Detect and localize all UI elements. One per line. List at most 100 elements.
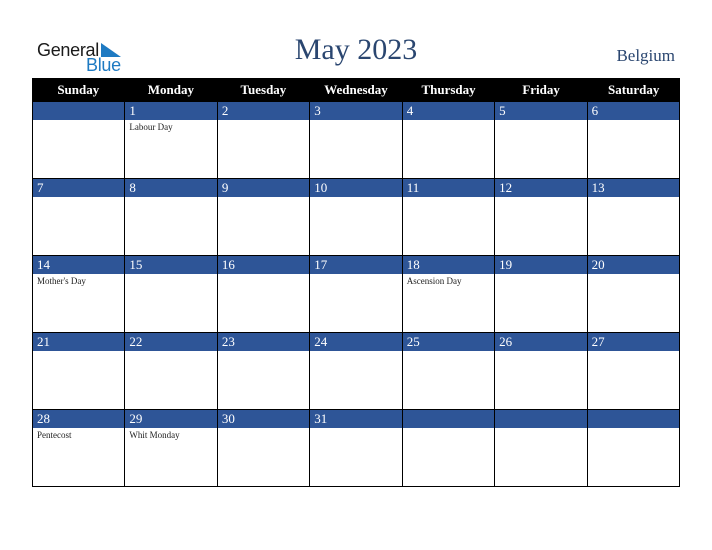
holiday-label bbox=[403, 197, 494, 199]
weekday-header-row: Sunday Monday Tuesday Wednesday Thursday… bbox=[32, 78, 680, 102]
day-number: 4 bbox=[402, 102, 495, 120]
weeks-container: 1 Labour Day 2 3 4 5 6 7 8 9 10 11 12 13 14 Mother's Da… bbox=[32, 102, 680, 487]
day-number: 15 bbox=[125, 256, 217, 274]
weekday-header-sunday: Sunday bbox=[57, 82, 100, 97]
day-number bbox=[587, 410, 679, 428]
day-cell: 14 Mother's Day bbox=[33, 256, 126, 333]
weekday-header-saturday: Saturday bbox=[608, 82, 660, 97]
day-cell: 12 bbox=[495, 179, 588, 256]
day-number: 18 bbox=[402, 256, 495, 274]
week-row: 14 Mother's Day 15 16 17 18 Ascension Day 19 20 bbox=[32, 256, 680, 333]
week-row: 7 8 9 10 11 12 13 bbox=[32, 179, 680, 256]
holiday-label bbox=[218, 274, 309, 276]
day-cell: 5 bbox=[495, 102, 588, 179]
day-number: 8 bbox=[125, 179, 217, 197]
holiday-label bbox=[588, 197, 679, 199]
day-cell: 19 bbox=[495, 256, 588, 333]
day-cell: 21 bbox=[33, 333, 126, 410]
day-number: 1 bbox=[125, 102, 217, 120]
day-number: 21 bbox=[33, 333, 125, 351]
day-number: 23 bbox=[217, 333, 310, 351]
day-number bbox=[495, 410, 587, 428]
weekday-header-tuesday: Tuesday bbox=[240, 82, 287, 97]
day-number: 16 bbox=[217, 256, 310, 274]
day-number: 6 bbox=[587, 102, 679, 120]
holiday-label bbox=[310, 197, 401, 199]
holiday-label: Mother's Day bbox=[37, 276, 86, 286]
week-row: 1 Labour Day 2 3 4 5 6 bbox=[32, 102, 680, 179]
day-number: 29 bbox=[125, 410, 217, 428]
holiday-label bbox=[588, 120, 679, 122]
day-cell: 8 bbox=[125, 179, 218, 256]
day-number: 31 bbox=[310, 410, 402, 428]
day-cell: 25 bbox=[402, 333, 496, 410]
day-number bbox=[402, 410, 495, 428]
day-cell: 1 Labour Day bbox=[125, 102, 218, 179]
day-cell: 29 Whit Monday bbox=[125, 410, 218, 487]
holiday-label bbox=[33, 351, 124, 353]
holiday-label bbox=[33, 120, 124, 122]
day-cell: 6 bbox=[587, 102, 680, 179]
day-cell: 24 bbox=[310, 333, 403, 410]
holiday-label bbox=[218, 197, 309, 199]
weekday-header-wednesday: Wednesday bbox=[324, 82, 388, 97]
holiday-label bbox=[33, 197, 124, 199]
day-number: 19 bbox=[495, 256, 587, 274]
day-number: 27 bbox=[587, 333, 679, 351]
day-cell: 15 bbox=[125, 256, 218, 333]
weekday-header-friday: Friday bbox=[522, 82, 560, 97]
day-number: 11 bbox=[402, 179, 495, 197]
week-row: 28 Pentecost 29 Whit Monday 30 31 bbox=[32, 410, 680, 487]
day-cell: 2 bbox=[217, 102, 311, 179]
day-number: 2 bbox=[217, 102, 310, 120]
day-number: 14 bbox=[33, 256, 125, 274]
holiday-label bbox=[310, 274, 401, 276]
day-cell: 9 bbox=[217, 179, 311, 256]
day-number: 7 bbox=[33, 179, 125, 197]
day-cell: 30 bbox=[217, 410, 311, 487]
day-number: 28 bbox=[33, 410, 125, 428]
holiday-label bbox=[588, 274, 679, 276]
holiday-label bbox=[310, 351, 401, 353]
holiday-label bbox=[125, 197, 216, 199]
day-cell: 27 bbox=[587, 333, 680, 410]
holiday-label bbox=[403, 351, 494, 353]
day-cell: 23 bbox=[217, 333, 311, 410]
page-title: May 2023 bbox=[294, 33, 418, 66]
day-number: 25 bbox=[402, 333, 495, 351]
holiday-label bbox=[495, 120, 586, 122]
day-cell: 20 bbox=[587, 256, 680, 333]
holiday-label bbox=[495, 351, 586, 353]
holiday-label bbox=[588, 351, 679, 353]
holiday-label bbox=[218, 351, 309, 353]
holiday-label bbox=[495, 428, 586, 430]
day-number: 3 bbox=[310, 102, 402, 120]
week-row: 21 22 23 24 25 26 27 bbox=[32, 333, 680, 410]
day-cell: 17 bbox=[310, 256, 403, 333]
day-number: 24 bbox=[310, 333, 402, 351]
day-number: 26 bbox=[495, 333, 587, 351]
day-number: 12 bbox=[495, 179, 587, 197]
holiday-label bbox=[218, 120, 309, 122]
day-number: 9 bbox=[217, 179, 310, 197]
day-number: 5 bbox=[495, 102, 587, 120]
holiday-label bbox=[125, 351, 216, 353]
day-cell bbox=[402, 410, 496, 487]
day-number bbox=[33, 102, 125, 120]
country-label: Belgium bbox=[616, 46, 675, 65]
day-cell bbox=[587, 410, 680, 487]
day-cell: 16 bbox=[217, 256, 311, 333]
day-cell: 4 bbox=[402, 102, 496, 179]
holiday-label bbox=[310, 120, 401, 122]
day-cell: 13 bbox=[587, 179, 680, 256]
day-cell: 28 Pentecost bbox=[33, 410, 126, 487]
holiday-label: Labour Day bbox=[129, 122, 173, 132]
holiday-label bbox=[588, 428, 679, 430]
holiday-label: Pentecost bbox=[37, 430, 72, 440]
day-cell: 10 bbox=[310, 179, 403, 256]
day-cell: 18 Ascension Day bbox=[402, 256, 496, 333]
day-number: 13 bbox=[587, 179, 679, 197]
day-cell: 11 bbox=[402, 179, 496, 256]
holiday-label: Whit Monday bbox=[129, 430, 180, 440]
weekday-header-monday: Monday bbox=[147, 82, 194, 97]
